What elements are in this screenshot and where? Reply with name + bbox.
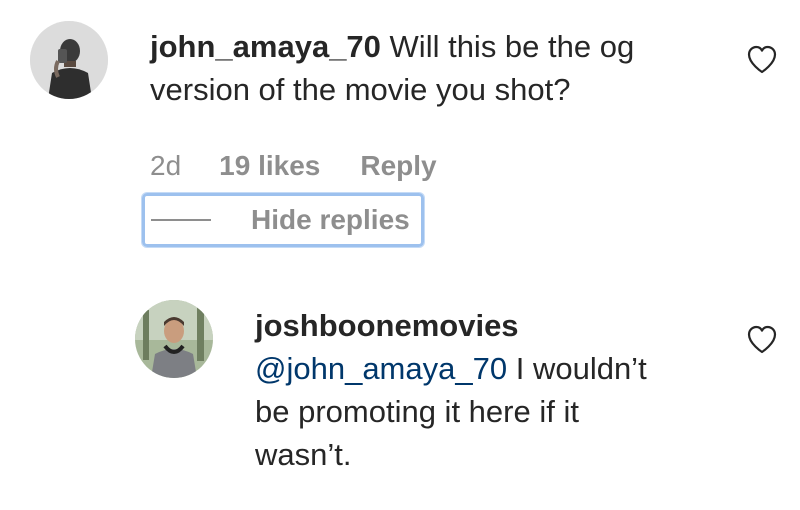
reply-mention[interactable]: @john_amaya_70 <box>255 351 507 386</box>
comment-text-line1: Will this be the og <box>389 29 635 64</box>
reply-text-line1: I wouldn’t <box>515 351 647 386</box>
reply-text-line3: wasn’t. <box>255 437 352 472</box>
heart-icon[interactable] <box>746 44 778 74</box>
avatar[interactable] <box>30 21 108 99</box>
likes-count[interactable]: 19 likes <box>219 150 320 182</box>
comment-body: john_amaya_70 Will this be the og versio… <box>150 25 710 111</box>
heart-icon[interactable] <box>746 324 778 354</box>
hide-replies-label: Hide replies <box>251 204 410 235</box>
replies-divider <box>151 219 211 221</box>
reply-body: joshboonemovies @john_amaya_70 I wouldn’… <box>255 304 725 476</box>
comment-meta: 2d 19 likes Reply <box>150 150 437 182</box>
comment-username[interactable]: john_amaya_70 <box>150 29 381 64</box>
avatar[interactable] <box>135 300 213 378</box>
reply-text-line2: be promoting it here if it <box>255 394 579 429</box>
reply-button[interactable]: Reply <box>360 150 436 182</box>
reply-username[interactable]: joshboonemovies <box>255 308 519 343</box>
comment-timestamp: 2d <box>150 150 182 181</box>
hide-replies-button[interactable]: Hide replies <box>142 193 424 247</box>
comment-text-line2: version of the movie you shot? <box>150 72 571 107</box>
